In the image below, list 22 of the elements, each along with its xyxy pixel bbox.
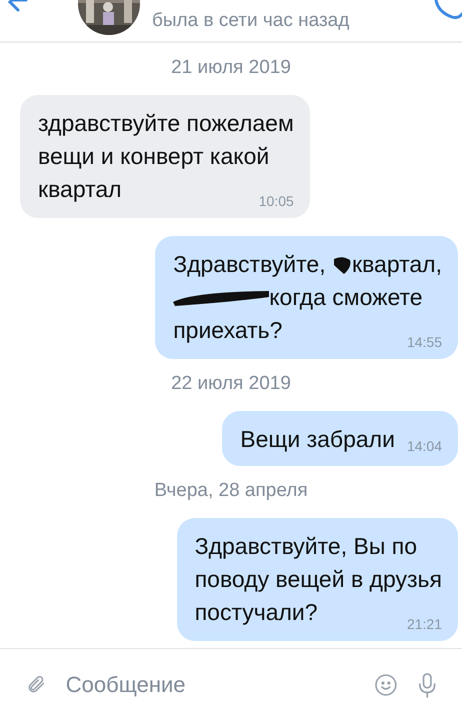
message-time: 14:55 (406, 333, 442, 351)
message-time: 10:05 (258, 192, 294, 210)
message-time: 14:04 (406, 437, 442, 456)
date-separator: Вчера, 28 апреля (154, 480, 308, 502)
message-text: Здравствуйте, (173, 250, 327, 279)
message-text: здравствуйте пожелаем (38, 109, 294, 138)
date-separator: 22 июля 2019 (171, 373, 291, 395)
message-text: когда сможете (269, 283, 423, 312)
message-text: постучали? (194, 598, 318, 627)
message-text: Здравствуйте, Вы по (194, 532, 418, 561)
date-separator: 21 июля 2019 (171, 57, 291, 79)
phone-icon[interactable] (432, 0, 462, 20)
message-input[interactable]: Сообщение (66, 668, 354, 701)
message-text: приехать? (173, 316, 282, 345)
online-status: была в сети час назад (152, 10, 350, 32)
message-text: Вещи забрали (240, 425, 395, 454)
message-text: поводу вещей в друзья (194, 565, 442, 594)
message-text: квартал, (352, 250, 442, 279)
message-text: вещи и конверт какой (38, 142, 270, 171)
back-arrow-icon[interactable] (6, 0, 28, 14)
message-text: квартал (38, 175, 122, 204)
message-time: 21:21 (406, 615, 442, 633)
